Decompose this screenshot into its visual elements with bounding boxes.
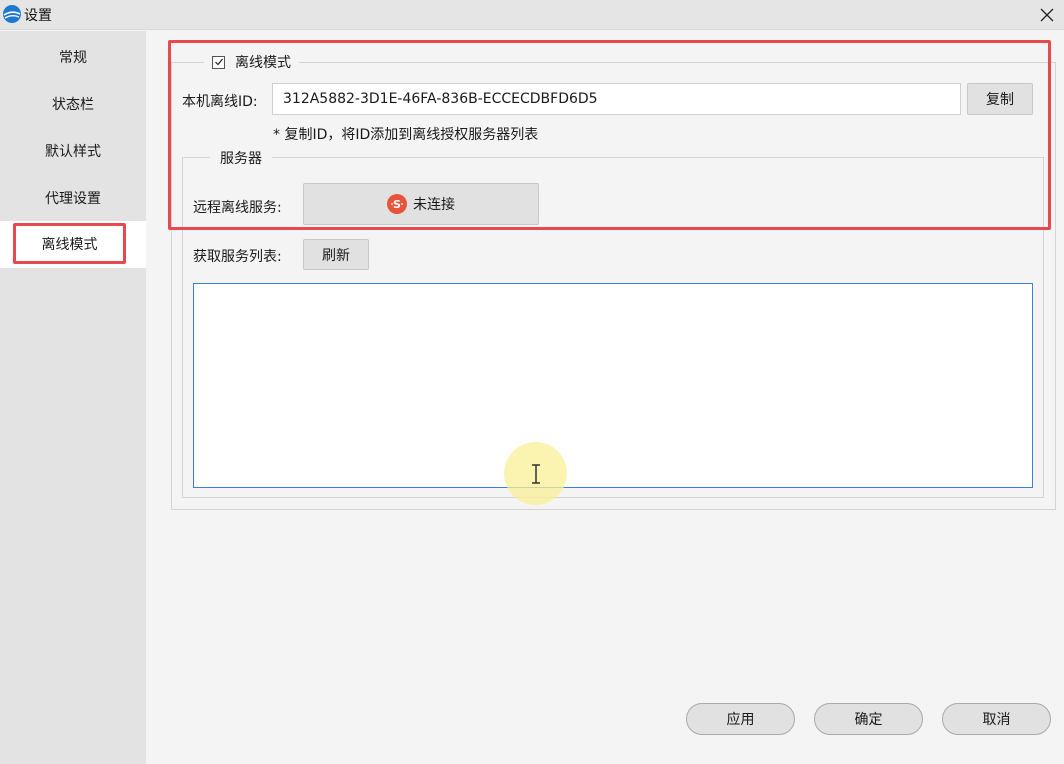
text-cursor-icon bbox=[531, 463, 540, 484]
server-group-title: 服务器 bbox=[220, 151, 262, 167]
server-group-legend: 服务器 bbox=[210, 147, 272, 169]
sidebar-item-general[interactable]: 常规 bbox=[0, 33, 146, 80]
sidebar-item-statusbar[interactable]: 状态栏 bbox=[0, 80, 146, 127]
copy-button-label: 复制 bbox=[986, 92, 1014, 108]
sidebar-item-default-style[interactable]: 默认样式 bbox=[0, 127, 146, 174]
svg-text:S: S bbox=[393, 198, 401, 211]
title-bar: 设置 bbox=[0, 0, 1064, 30]
ok-button[interactable]: 确定 bbox=[814, 703, 923, 735]
app-logo-icon bbox=[3, 5, 21, 23]
close-button[interactable] bbox=[1030, 0, 1064, 30]
cancel-button[interactable]: 取消 bbox=[942, 703, 1051, 735]
refresh-button[interactable]: 刷新 bbox=[303, 239, 369, 270]
service-list[interactable] bbox=[193, 283, 1033, 488]
cursor-highlight bbox=[504, 442, 567, 505]
check-icon bbox=[214, 58, 223, 66]
offline-mode-legend: 离线模式 bbox=[204, 51, 299, 73]
sidebar-item-offline[interactable]: 离线模式 bbox=[0, 221, 146, 268]
sidebar-item-label: 默认样式 bbox=[45, 143, 101, 160]
service-list-label: 获取服务列表: bbox=[193, 249, 282, 265]
sidebar: 常规 状态栏 默认样式 代理设置 离线模式 bbox=[0, 31, 146, 764]
offline-id-field[interactable]: 312A5882-3D1E-46FA-836B-ECCECDBFD6D5 bbox=[272, 83, 961, 115]
disconnected-icon: S bbox=[387, 194, 407, 214]
offline-mode-checkbox[interactable] bbox=[212, 55, 225, 69]
sidebar-item-label: 代理设置 bbox=[45, 190, 101, 207]
ok-button-label: 确定 bbox=[854, 712, 883, 728]
offline-id-label: 本机离线ID: bbox=[182, 94, 258, 110]
selection-highlight-box: 离线模式 bbox=[13, 223, 126, 264]
sidebar-item-label: 离线模式 bbox=[41, 236, 98, 253]
connection-status-button[interactable]: S 未连接 bbox=[303, 183, 539, 225]
cancel-button-label: 取消 bbox=[982, 712, 1011, 728]
offline-id-value: 312A5882-3D1E-46FA-836B-ECCECDBFD6D5 bbox=[283, 91, 598, 107]
apply-button[interactable]: 应用 bbox=[686, 703, 795, 735]
sidebar-item-label: 常规 bbox=[59, 49, 87, 66]
connection-status-label: 未连接 bbox=[413, 197, 455, 213]
apply-button-label: 应用 bbox=[726, 712, 755, 728]
copy-button[interactable]: 复制 bbox=[967, 83, 1033, 115]
offline-mode-label: 离线模式 bbox=[235, 55, 291, 71]
window-title: 设置 bbox=[24, 8, 52, 24]
sidebar-item-label: 状态栏 bbox=[52, 96, 94, 113]
close-icon bbox=[1040, 8, 1054, 22]
copy-hint: * 复制ID，将ID添加到离线授权服务器列表 bbox=[273, 127, 539, 143]
remote-service-label: 远程离线服务: bbox=[193, 200, 282, 216]
sidebar-item-proxy[interactable]: 代理设置 bbox=[0, 174, 146, 221]
refresh-button-label: 刷新 bbox=[322, 247, 350, 264]
